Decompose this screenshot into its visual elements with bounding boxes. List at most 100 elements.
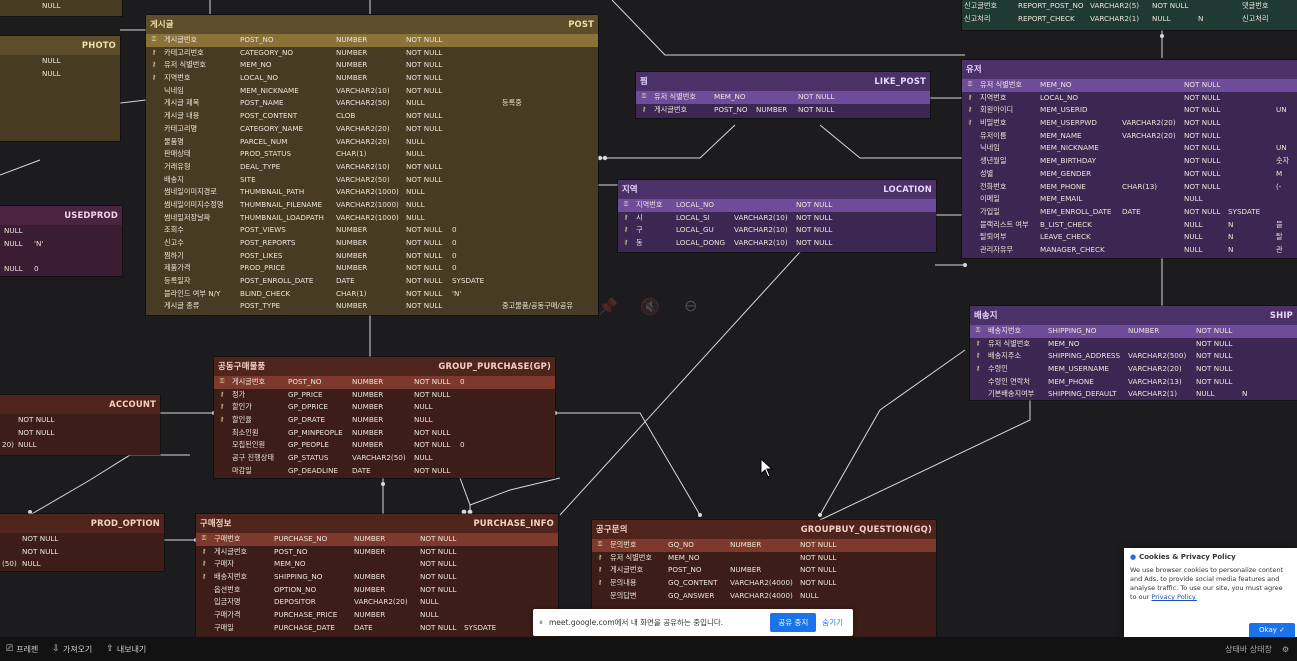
table-row[interactable]: 구매가격 PURCHASE_PRICE NUMBER NULL (196, 609, 558, 622)
table-row[interactable]: ⚷ 할인가 GP_DPRICE NUMBER NULL (214, 401, 555, 414)
table-row[interactable]: ⚷ 게시글번호 POST_NO NUMBER NOT NULL (636, 104, 930, 117)
table-row[interactable]: 신고글번호 REPORT_POST_NO VARCHAR2(5) NOT NULL 댓글… (962, 0, 1297, 13)
table-row[interactable]: ⚿ 배송지번호 SHIPPING_NO NUMBER NOT NULL (970, 325, 1297, 338)
table-row[interactable]: 문의답변 GQ_ANSWER VARCHAR2(4000) NULL (592, 590, 936, 603)
table-row[interactable]: 신고수 POST_REPORTS NUMBER NOT NULL 0 (146, 237, 598, 250)
table-row[interactable]: 수령인 연락처 MEM_PHONE VARCHAR2(13) NOT NULL (970, 376, 1297, 389)
table-row[interactable]: ⚷ 배송지주소 SHIPPING_ADDRESS VARCHAR2(500) NOT N… (970, 350, 1297, 363)
table-row[interactable]: ⚷ 동 LOCAL_DONG VARCHAR2(10) NOT NULL (618, 237, 936, 250)
table-row[interactable]: NOT NULL (0, 427, 160, 440)
privacy-policy-link[interactable]: Privacy Policy. (1151, 593, 1196, 601)
presentation-button[interactable]: ⎚ 프레젠 (6, 644, 38, 655)
table-row[interactable]: NULL (0, 225, 122, 238)
table-row[interactable]: 닉네임 MEM_NICKNAME VARCHAR2(10) NOT NULL (146, 85, 598, 98)
remove-icon[interactable]: ⊖ (684, 296, 697, 315)
table-row[interactable]: ⚷ 시 LOCAL_SI VARCHAR2(10) NOT NULL (618, 212, 936, 225)
table-row[interactable]: 게시글 종류 POST_TYPE NUMBER NOT NULL 중고물품/공동구매/공… (146, 300, 598, 313)
table-row[interactable] (0, 93, 120, 106)
table-row[interactable]: 신고처리 REPORT_CHECK VARCHAR2(1) NULL N 신고처리 (962, 13, 1297, 26)
table-row[interactable]: ⚿ 구매번호 PURCHASE_NO NUMBER NOT NULL (196, 533, 558, 546)
table-row[interactable]: 최소인원 GP_MINPEOPLE NUMBER NOT NULL (214, 427, 555, 440)
table-row[interactable]: ⚷ 수령인 MEM_USERNAME VARCHAR2(20) NOT NULL (970, 363, 1297, 376)
table-row[interactable] (0, 118, 120, 131)
table-row[interactable]: 카테고리명 CATEGORY_NAME VARCHAR2(20) NOT NULL (146, 123, 598, 136)
export-button[interactable]: ⇧ 내보내기 (106, 644, 146, 655)
table-row[interactable]: ⚷ 배송지번호 SHIPPING_NO NUMBER NOT NULL (196, 571, 558, 584)
table-row[interactable]: 옵션번호 OPTION_NO NUMBER NOT NULL (196, 584, 558, 597)
table-row[interactable]: 관리자유무 MANAGER_CHECK NULL N 관 (962, 244, 1297, 257)
table-row[interactable]: 유저이름 MEM_NAME VARCHAR2(20) NOT NULL (962, 130, 1297, 143)
table-row[interactable]: ⚷ 할인율 GP_DRATE NUMBER NULL (214, 414, 555, 427)
table-row[interactable]: ⚷ 카테고리번호 CATEGORY_NO NUMBER NOT NULL (146, 47, 598, 60)
table-row[interactable]: ⚷ 게시글번호 POST_NO NUMBER NOT NULL (592, 564, 936, 577)
table-row[interactable]: NOT NULL (0, 414, 160, 427)
table-row[interactable]: 20) NULL (0, 439, 160, 452)
table-row[interactable]: 블랙리스트 여부 B_LIST_CHECK NULL N 블 (962, 219, 1297, 232)
table-row[interactable]: 가입일 MEM_ENROLL_DATE DATE NOT NULL SYSDATE (962, 206, 1297, 219)
table-row[interactable]: (50) NULL (0, 558, 164, 571)
table-row[interactable]: 닉네임 MEM_NICKNAME NOT NULL UN (962, 142, 1297, 155)
table-row[interactable]: ⚷ 회원아이디 MEM_USERID NOT NULL UN (962, 104, 1297, 117)
hide-button[interactable]: 숨기기 (822, 617, 843, 628)
table-row[interactable]: NULL (0, 55, 120, 68)
table-row[interactable]: ⚷ 구매자 MEM_NO NOT NULL (196, 558, 558, 571)
table-row[interactable]: ⚿ 유저 식별번호 MEM_NO NOT NULL (962, 79, 1297, 92)
erd-canvas[interactable]: NULL PHOTO NULL NULL 게시글 POST ⚿ 게시글번호 POST_N… (0, 0, 1297, 637)
table-row[interactable]: 기본배송지여부 SHIPPING_DEFAULT VARCHAR2(1) NULL N (970, 388, 1297, 401)
table-row[interactable]: ⚷ 유저 식별번호 MEM_NO NOT NULL (592, 552, 936, 565)
table-row[interactable]: NULL 0 (0, 263, 122, 276)
table-photo[interactable]: PHOTO NULL NULL (0, 36, 120, 141)
table-row[interactable]: 썸네일저장날짜 THUMBNAIL_LOADPATH VARCHAR2(1000) N… (146, 212, 598, 225)
table-row[interactable]: ⚷ 문의내용 GQ_CONTENT VARCHAR2(4000) NOT NULL (592, 577, 936, 590)
table-row[interactable] (0, 250, 122, 263)
table-prod-option[interactable]: PROD_OPTION NOT NULL NOT NULL (50) NULL (0, 514, 164, 571)
table-row[interactable]: 판매상태 PROD_STATUS CHAR(1) NULL (146, 148, 598, 161)
table-row[interactable] (0, 80, 120, 93)
table-row[interactable]: 찜하기 POST_LIKES NUMBER NOT NULL 0 (146, 250, 598, 263)
table-shipping[interactable]: 배송지 SHIP ⚿ 배송지번호 SHIPPING_NO NUMBER NOT NULL ⚷… (970, 306, 1297, 400)
table-row[interactable]: 마감일 GP_DEADLINE DATE NOT NULL (214, 465, 555, 478)
table-group-purchase[interactable]: 공동구매물품 GROUP_PURCHASE(GP) ⚿ 게시글번호 POST_NO NU… (214, 357, 555, 478)
table-row[interactable]: 모집된인원 GP_PEOPLE NUMBER NOT NULL 0 (214, 439, 555, 452)
table-row[interactable]: 생년월일 MEM_BIRTHDAY NOT NULL 숫자 (962, 155, 1297, 168)
table-row[interactable]: ⚿ 지역번호 LOCAL_NO NOT NULL (618, 199, 936, 212)
table-row[interactable] (0, 106, 120, 119)
table-row[interactable]: 썸네일이미지수정명 THUMBNAIL_FILENAME VARCHAR2(1000… (146, 199, 598, 212)
table-post[interactable]: 게시글 POST ⚿ 게시글번호 POST_NO NUMBER NOT NULL ⚷ 카테고리… (146, 15, 598, 315)
import-button[interactable]: ⇩ 가져오기 (52, 644, 92, 655)
table-row[interactable]: ⚷ 비밀번호 MEM_USERPWD VARCHAR2(20) NOT NULL (962, 117, 1297, 130)
table-member[interactable]: 유저 ⚿ 유저 식별번호 MEM_NO NOT NULL ⚷ 지역번호 LOCAL_NO NO… (962, 60, 1297, 258)
cookie-okay-button[interactable]: Okay ✓ (1249, 623, 1295, 638)
mute-icon[interactable]: 🔇 (640, 297, 660, 316)
table-like-post[interactable]: 찜 LIKE_POST ⚿ 유저 식별번호 MEM_NO NOT NULL ⚷ 게시글번호 P… (636, 72, 930, 118)
table-row[interactable]: 조회수 POST_VIEWS NUMBER NOT NULL 0 (146, 224, 598, 237)
table-row[interactable] (0, 131, 120, 144)
table-row[interactable]: ⚿ 문의번호 GQ_NO NUMBER NOT NULL (592, 539, 936, 552)
table-row[interactable]: ⚷ 구 LOCAL_GU VARCHAR2(10) NOT NULL (618, 224, 936, 237)
table-row[interactable]: 이메일 MEM_EMAIL NULL (962, 193, 1297, 206)
table-usedprod[interactable]: USEDPROD NULL NULL 'N' NULL 0 (0, 206, 122, 276)
table-row[interactable]: NULL 'N' (0, 238, 122, 251)
table-row[interactable]: ⚿ 유저 식별번호 MEM_NO NOT NULL (636, 91, 930, 104)
table-row[interactable]: 성별 MEM_GENDER NOT NULL M (962, 168, 1297, 181)
table-row[interactable] (0, 144, 120, 157)
table-row[interactable]: 썸네일이미지경로 THUMBNAIL_PATH VARCHAR2(1000) NULL (146, 186, 598, 199)
table-account[interactable]: ACCOUNT NOT NULL NOT NULL 20) NULL (0, 395, 160, 455)
table-row[interactable]: 블라인드 여부 N/Y BLIND_CHECK CHAR(1) NOT NULL 'N' (146, 288, 598, 301)
table-row[interactable]: 물품명 PARCEL_NUM VARCHAR2(20) NULL (146, 136, 598, 149)
table-row[interactable]: NOT NULL (0, 533, 164, 546)
table-row[interactable]: 거래유형 DEAL_TYPE VARCHAR2(10) NOT NULL (146, 161, 598, 174)
table-row[interactable]: ⚷ 게시글번호 POST_NO NUMBER NOT NULL (196, 546, 558, 559)
table-row[interactable]: 배송지 SITE VARCHAR2(50) NOT NULL (146, 174, 598, 187)
table-row[interactable]: NULL (0, 68, 120, 81)
table-row[interactable]: ⚷ 유저 식별번호 MEM_NO NUMBER NOT NULL (146, 59, 598, 72)
stop-sharing-button[interactable]: 공유 중지 (770, 613, 817, 632)
settings-icon[interactable]: ⚙ (1282, 645, 1289, 654)
table-row[interactable]: ⚷ 유저 식별번호 MEM_NO NOT NULL (970, 338, 1297, 351)
table-row[interactable]: 게시글 내용 POST_CONTENT CLOB NOT NULL (146, 110, 598, 123)
table-row[interactable]: NOT NULL (0, 546, 164, 559)
table-row[interactable]: ⚿ 게시글번호 POST_NO NUMBER NOT NULL 0 (214, 376, 555, 389)
table-row[interactable]: 탈퇴여부 LEAVE_CHECK NULL N 탈 (962, 231, 1297, 244)
table-partial-top[interactable]: NULL (0, 0, 122, 16)
table-row[interactable]: ⚷ 정가 GP_PRICE NUMBER NOT NULL (214, 389, 555, 402)
